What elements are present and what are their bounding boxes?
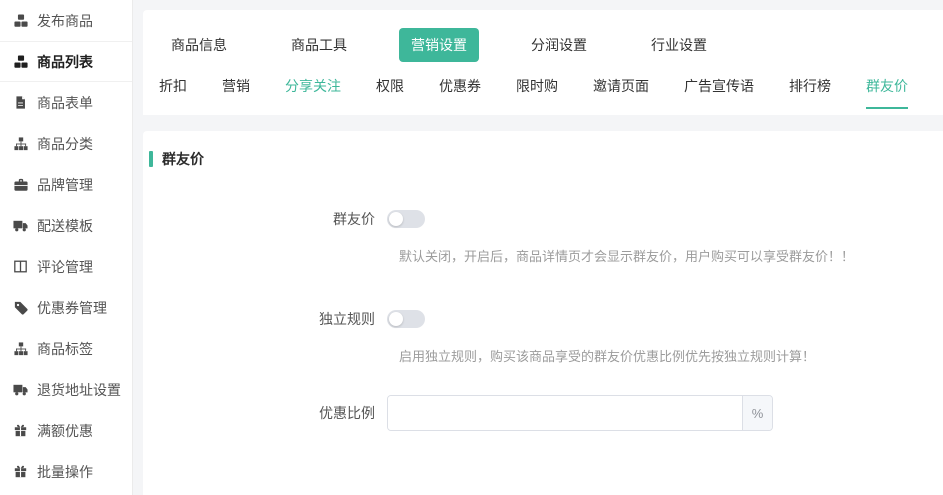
section-accent-bar: [149, 151, 153, 167]
sidebar-item[interactable]: 发布商品: [0, 0, 132, 41]
file-icon: [13, 95, 28, 110]
sidebar-item-label: 评论管理: [37, 257, 93, 277]
truck-icon: [13, 218, 28, 233]
discount-ratio-label: 优惠比例: [147, 403, 387, 423]
sidebar-item[interactable]: 商品列表: [0, 41, 132, 82]
discount-ratio-input-group: %: [387, 395, 773, 431]
gift-icon: [13, 423, 28, 438]
tabs-card: 商品信息 商品工具 营销设置 分润设置 行业设置 折扣 营销 分享关注 权限 优惠券 限时购 邀请页…: [143, 10, 943, 115]
main-tab[interactable]: 商品信息: [159, 28, 239, 62]
sidebar-item[interactable]: 批量操作: [0, 451, 132, 492]
tag-icon: [13, 300, 28, 315]
sidebar-item-label: 商品表单: [37, 93, 93, 113]
independent-rule-label: 独立规则: [147, 309, 387, 329]
sidebar-item-label: 发布商品: [37, 11, 93, 31]
form-row: 优惠比例 %: [147, 395, 943, 431]
sidebar-item-label: 商品分类: [37, 134, 93, 154]
sub-tab[interactable]: 限时购: [516, 76, 558, 109]
friend-price-label: 群友价: [147, 209, 387, 229]
main-tab[interactable]: 营销设置: [399, 28, 479, 62]
sidebar-item[interactable]: 配送模板: [0, 205, 132, 246]
toggle-knob: [389, 212, 403, 226]
sub-tab[interactable]: 排行榜: [789, 76, 831, 109]
percent-suffix: %: [742, 396, 772, 430]
sidebar-item-label: 退货地址设置: [37, 380, 121, 400]
sub-tab[interactable]: 分享关注: [285, 76, 341, 109]
cubes-icon: [13, 54, 28, 69]
form-row: 群友价: [147, 209, 943, 229]
section-title: 群友价: [162, 149, 204, 169]
sidebar-item[interactable]: 退货地址设置: [0, 369, 132, 410]
sub-tab[interactable]: 群友价: [866, 76, 908, 109]
sidebar-item-label: 批量操作: [37, 462, 93, 482]
sub-tab[interactable]: 权限: [376, 76, 404, 109]
sidebar: 发布商品 商品列表 商品表单 商品分类 品牌管理 配送模板 评论管理 优惠券管理…: [0, 0, 133, 495]
main-tab[interactable]: 行业设置: [639, 28, 719, 62]
sidebar-item[interactable]: 商品表单: [0, 82, 132, 123]
sidebar-item[interactable]: 商品标签: [0, 328, 132, 369]
settings-form: 群友价 默认关闭，开启后，商品详情页才会显示群友价，用户购买可以享受群友价！！ …: [147, 209, 943, 431]
sub-tabs: 折扣 营销 分享关注 权限 优惠券 限时购 邀请页面 广告宣传语 排行榜 群友价: [159, 76, 943, 109]
independent-rule-help: 启用独立规则，购买该商品享受的群友价优惠比例优先按独立规则计算！: [399, 346, 943, 365]
sub-tab[interactable]: 邀请页面: [593, 76, 649, 109]
app-window: 发布商品 商品列表 商品表单 商品分类 品牌管理 配送模板 评论管理 优惠券管理…: [0, 0, 943, 495]
sitemap-icon: [13, 136, 28, 151]
sidebar-item-label: 满额优惠: [37, 421, 93, 441]
sidebar-item-label: 商品标签: [37, 339, 93, 359]
main-content: 商品信息 商品工具 营销设置 分润设置 行业设置 折扣 营销 分享关注 权限 优惠券 限时购 邀请页…: [133, 0, 943, 495]
columns-icon: [13, 259, 28, 274]
sub-tab[interactable]: 折扣: [159, 76, 187, 109]
sidebar-item-label: 品牌管理: [37, 175, 93, 195]
independent-rule-toggle[interactable]: [387, 310, 425, 328]
sub-tab[interactable]: 营销: [222, 76, 250, 109]
sidebar-item[interactable]: 商品分类: [0, 123, 132, 164]
friend-price-help: 默认关闭，开启后，商品详情页才会显示群友价，用户购买可以享受群友价！！: [399, 246, 943, 265]
section-header: 群友价: [149, 149, 943, 169]
main-tabs: 商品信息 商品工具 营销设置 分润设置 行业设置: [159, 28, 943, 62]
friend-price-toggle[interactable]: [387, 210, 425, 228]
main-tab[interactable]: 商品工具: [279, 28, 359, 62]
truck-icon: [13, 382, 28, 397]
sidebar-item[interactable]: 满额优惠: [0, 410, 132, 451]
briefcase-icon: [13, 177, 28, 192]
sitemap-icon: [13, 341, 28, 356]
sub-tab[interactable]: 广告宣传语: [684, 76, 754, 109]
sidebar-item-label: 配送模板: [37, 216, 93, 236]
toggle-knob: [389, 312, 403, 326]
sub-tab[interactable]: 优惠券: [439, 76, 481, 109]
sidebar-item[interactable]: 评论管理: [0, 246, 132, 287]
settings-panel: 群友价 群友价 默认关闭，开启后，商品详情页才会显示群友价，用户购买可以享受群友…: [143, 131, 943, 495]
gift-icon: [13, 464, 28, 479]
form-row: 独立规则: [147, 309, 943, 329]
sidebar-item-label: 优惠券管理: [37, 298, 107, 318]
discount-ratio-input[interactable]: [388, 396, 742, 430]
sidebar-item[interactable]: 品牌管理: [0, 164, 132, 205]
sidebar-item[interactable]: 优惠券管理: [0, 287, 132, 328]
main-tab[interactable]: 分润设置: [519, 28, 599, 62]
sidebar-item-label: 商品列表: [37, 52, 93, 72]
cubes-icon: [13, 13, 28, 28]
